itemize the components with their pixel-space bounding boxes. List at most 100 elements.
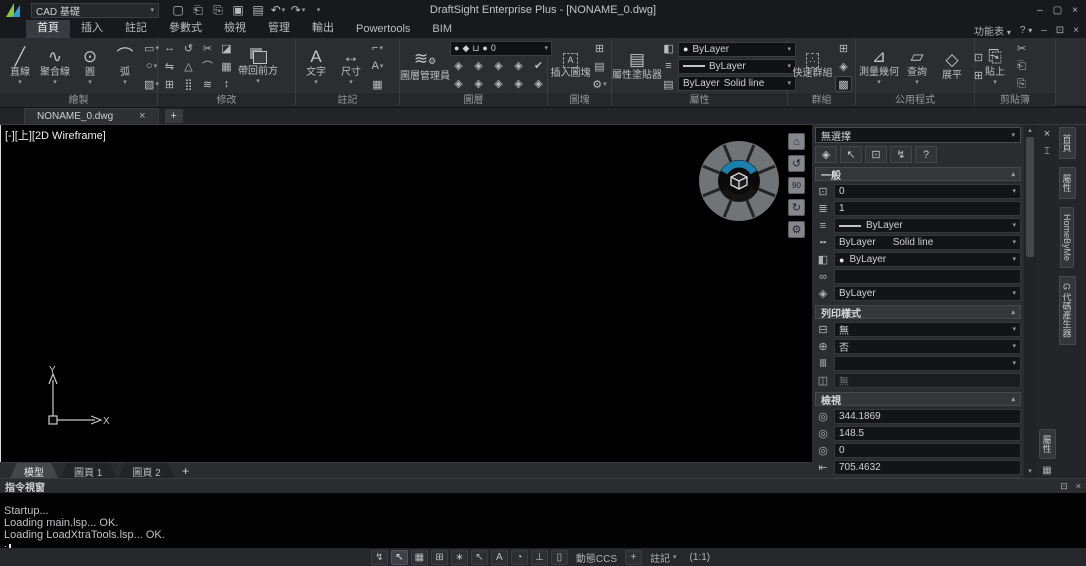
ortho-toggle[interactable]: ⊥ [531,550,548,565]
section-print-style[interactable]: 列印樣式 ▴ [815,305,1021,319]
tab-output[interactable]: 輸出 [301,17,345,38]
scrollbar-thumb[interactable] [1026,137,1034,257]
layer-dropdown[interactable]: ● ◆ ⊔ ● 0 ▾ [450,41,552,56]
new-document-button[interactable]: + [165,109,183,123]
paste-special-button[interactable]: ⎘ [1013,76,1030,92]
layer-match-button[interactable]: ◈ [530,76,547,92]
scale-button[interactable]: ⊞ [161,76,178,92]
palette-scrollbar[interactable]: ▴ ▾ [1024,125,1036,478]
dimension-button[interactable]: ↔ 尺寸 ▾ [334,39,368,93]
text-style-button[interactable]: A▾ [369,58,386,74]
linestyle-field[interactable]: ByLayerSolid line▾ [834,235,1021,250]
add-sheet-button[interactable]: + [177,463,195,478]
entity-track-toggle[interactable]: A [491,550,508,565]
home-view-button[interactable]: ⌂ [788,133,805,150]
print-field[interactable]: 否▾ [834,339,1021,354]
redo-button[interactable]: ↷▾ [289,2,307,18]
paste-button[interactable]: ⎘ 貼上 ▾ [978,39,1012,93]
dynamic-ccs-toggle[interactable]: 動態CCS [571,550,622,565]
property-painter-button[interactable]: ▤ 屬性塗貼器 [615,39,659,93]
lineweight-dropdown[interactable]: ByLayer ▾ [678,59,796,74]
stretch-button[interactable]: ≋ [199,76,216,92]
quick-group-button[interactable]: ∴ 快速群組 [791,39,834,93]
drawing-canvas[interactable]: [-][上][2D Wireframe] [0,125,812,462]
minimize-button[interactable]: – [1037,5,1043,16]
tab-model[interactable]: 模型 [10,463,58,478]
palette-tab-properties[interactable]: 屬性 [1039,429,1056,459]
edit-group-button[interactable]: ◈ [835,58,852,74]
annotation-scale-dropdown[interactable]: 註記▾ [645,550,682,565]
print-style-field[interactable]: 無▾ [834,322,1021,337]
lineweight-tool-button[interactable]: ≡ [660,58,677,74]
customize-toolbar-button[interactable]: ▾ [309,2,327,18]
measure-geometry-button[interactable]: ⊿ 測量幾何 ▾ [859,39,899,93]
palette-grid-icon[interactable]: ▦ [1042,465,1051,476]
undo-button[interactable]: ↶▾ [269,2,287,18]
command-history[interactable]: Startup... Loading main.lsp... OK. Loadi… [0,493,1086,555]
rotate-cw-button[interactable]: ↻ [788,199,805,216]
tab-parametric[interactable]: 參數式 [158,17,213,38]
viewport-label[interactable]: [-][上][2D Wireframe] [5,127,106,143]
grid-toggle[interactable]: ▦ [411,550,428,565]
hyperlink-field[interactable] [834,269,1021,284]
align-button[interactable]: ↕ [218,76,235,92]
print-table-field[interactable]: ▾ [834,356,1021,371]
pattern-button[interactable]: ⣿ [180,76,197,92]
rotate-90-button[interactable]: 90 [788,177,805,194]
linestyle-dropdown[interactable]: ByLayer Solid line ▾ [678,76,796,91]
layer-hide-button[interactable]: ◈ [450,58,467,74]
ungroup-button[interactable]: ⊞ [835,40,852,56]
group-display-button[interactable]: ▩ [835,76,852,92]
text-button[interactable]: A 文字 ▾ [299,39,333,93]
color-tool-button[interactable]: ◧ [660,40,677,56]
side-tab-properties[interactable]: 屬性 [1059,167,1076,199]
tab-insert[interactable]: 插入 [70,17,114,38]
move-button[interactable]: ↔ [161,40,178,56]
erase-button[interactable]: ◪ [218,40,235,56]
view-settings-button[interactable]: ⚙ [788,221,805,238]
help-button[interactable]: ? ▾ [1020,25,1032,36]
doc-close-button[interactable]: × [1073,25,1079,36]
palette-close-icon[interactable]: × [1044,128,1050,140]
line-button[interactable]: ╱ 直線 ▾ [3,39,37,93]
layer-freeze-button[interactable]: ◈ [490,58,507,74]
section-view[interactable]: 檢視 ▴ [815,392,1021,406]
palette-pin-icon[interactable]: ⌶ [1044,146,1050,157]
side-tab-gcode[interactable]: G 代碼產生器 [1059,276,1076,345]
layer-state-ok-button[interactable]: ✔ [530,58,547,74]
restore-button[interactable]: ▢ [1053,5,1062,16]
layer-isolate-button[interactable]: ◈ [470,58,487,74]
scroll-down-icon[interactable]: ▾ [1028,466,1032,478]
new-file-button[interactable]: ▢ [169,2,187,18]
center-x-field[interactable]: 344.1869 [834,409,1021,424]
section-general[interactable]: 一般 ▴ [815,167,1021,181]
tab-bim[interactable]: BIM [421,21,463,38]
layer-manager-button[interactable]: ≋⚙ 圖層管理員 [403,39,447,93]
make-block-button[interactable]: ⊞ [591,40,608,56]
protractor-toggle[interactable]: ◔ [511,550,528,565]
mirror-button[interactable]: △ [180,58,197,74]
navigation-wheel[interactable] [697,139,781,223]
workspace-selector[interactable]: CAD 基礎 ▾ [31,3,159,18]
table-button[interactable]: ▦ [369,76,386,92]
tab-manage[interactable]: 管理 [257,17,301,38]
flatten-button[interactable]: ◇ 展平 [935,39,969,93]
command-close-icon[interactable]: × [1076,481,1081,492]
color-dropdown[interactable]: ● ByLayer ▾ [678,42,796,57]
save-button[interactable]: ▣ [229,2,247,18]
bring-to-front-button[interactable]: 帶回前方 ▾ [236,39,280,93]
fillet-button[interactable]: ⌒ [199,58,216,74]
cut-button[interactable]: ✂ [1013,40,1030,56]
arc-button[interactable]: ⌒ 弧 ▾ [108,39,142,93]
tab-powertools[interactable]: Powertools [345,21,421,38]
tab-view[interactable]: 檢視 [213,17,257,38]
color-field[interactable]: ●ByLayer▾ [834,252,1021,267]
command-window-header[interactable]: 指令視窗 ⊡ × [0,479,1086,493]
tab-annotate[interactable]: 註記 [114,17,158,38]
selection-dropdown[interactable]: 無選擇 ▾ [815,127,1021,143]
inquiry-button[interactable]: ▱ 查詢 ▾ [900,39,934,93]
snap-toggle[interactable]: ⊞ [431,550,448,565]
side-tab-homebyme[interactable]: HomeByMe [1060,207,1074,268]
linetype-scale-field[interactable]: 1 [834,201,1021,216]
entity-snap-toggle[interactable]: ↖ [471,550,488,565]
